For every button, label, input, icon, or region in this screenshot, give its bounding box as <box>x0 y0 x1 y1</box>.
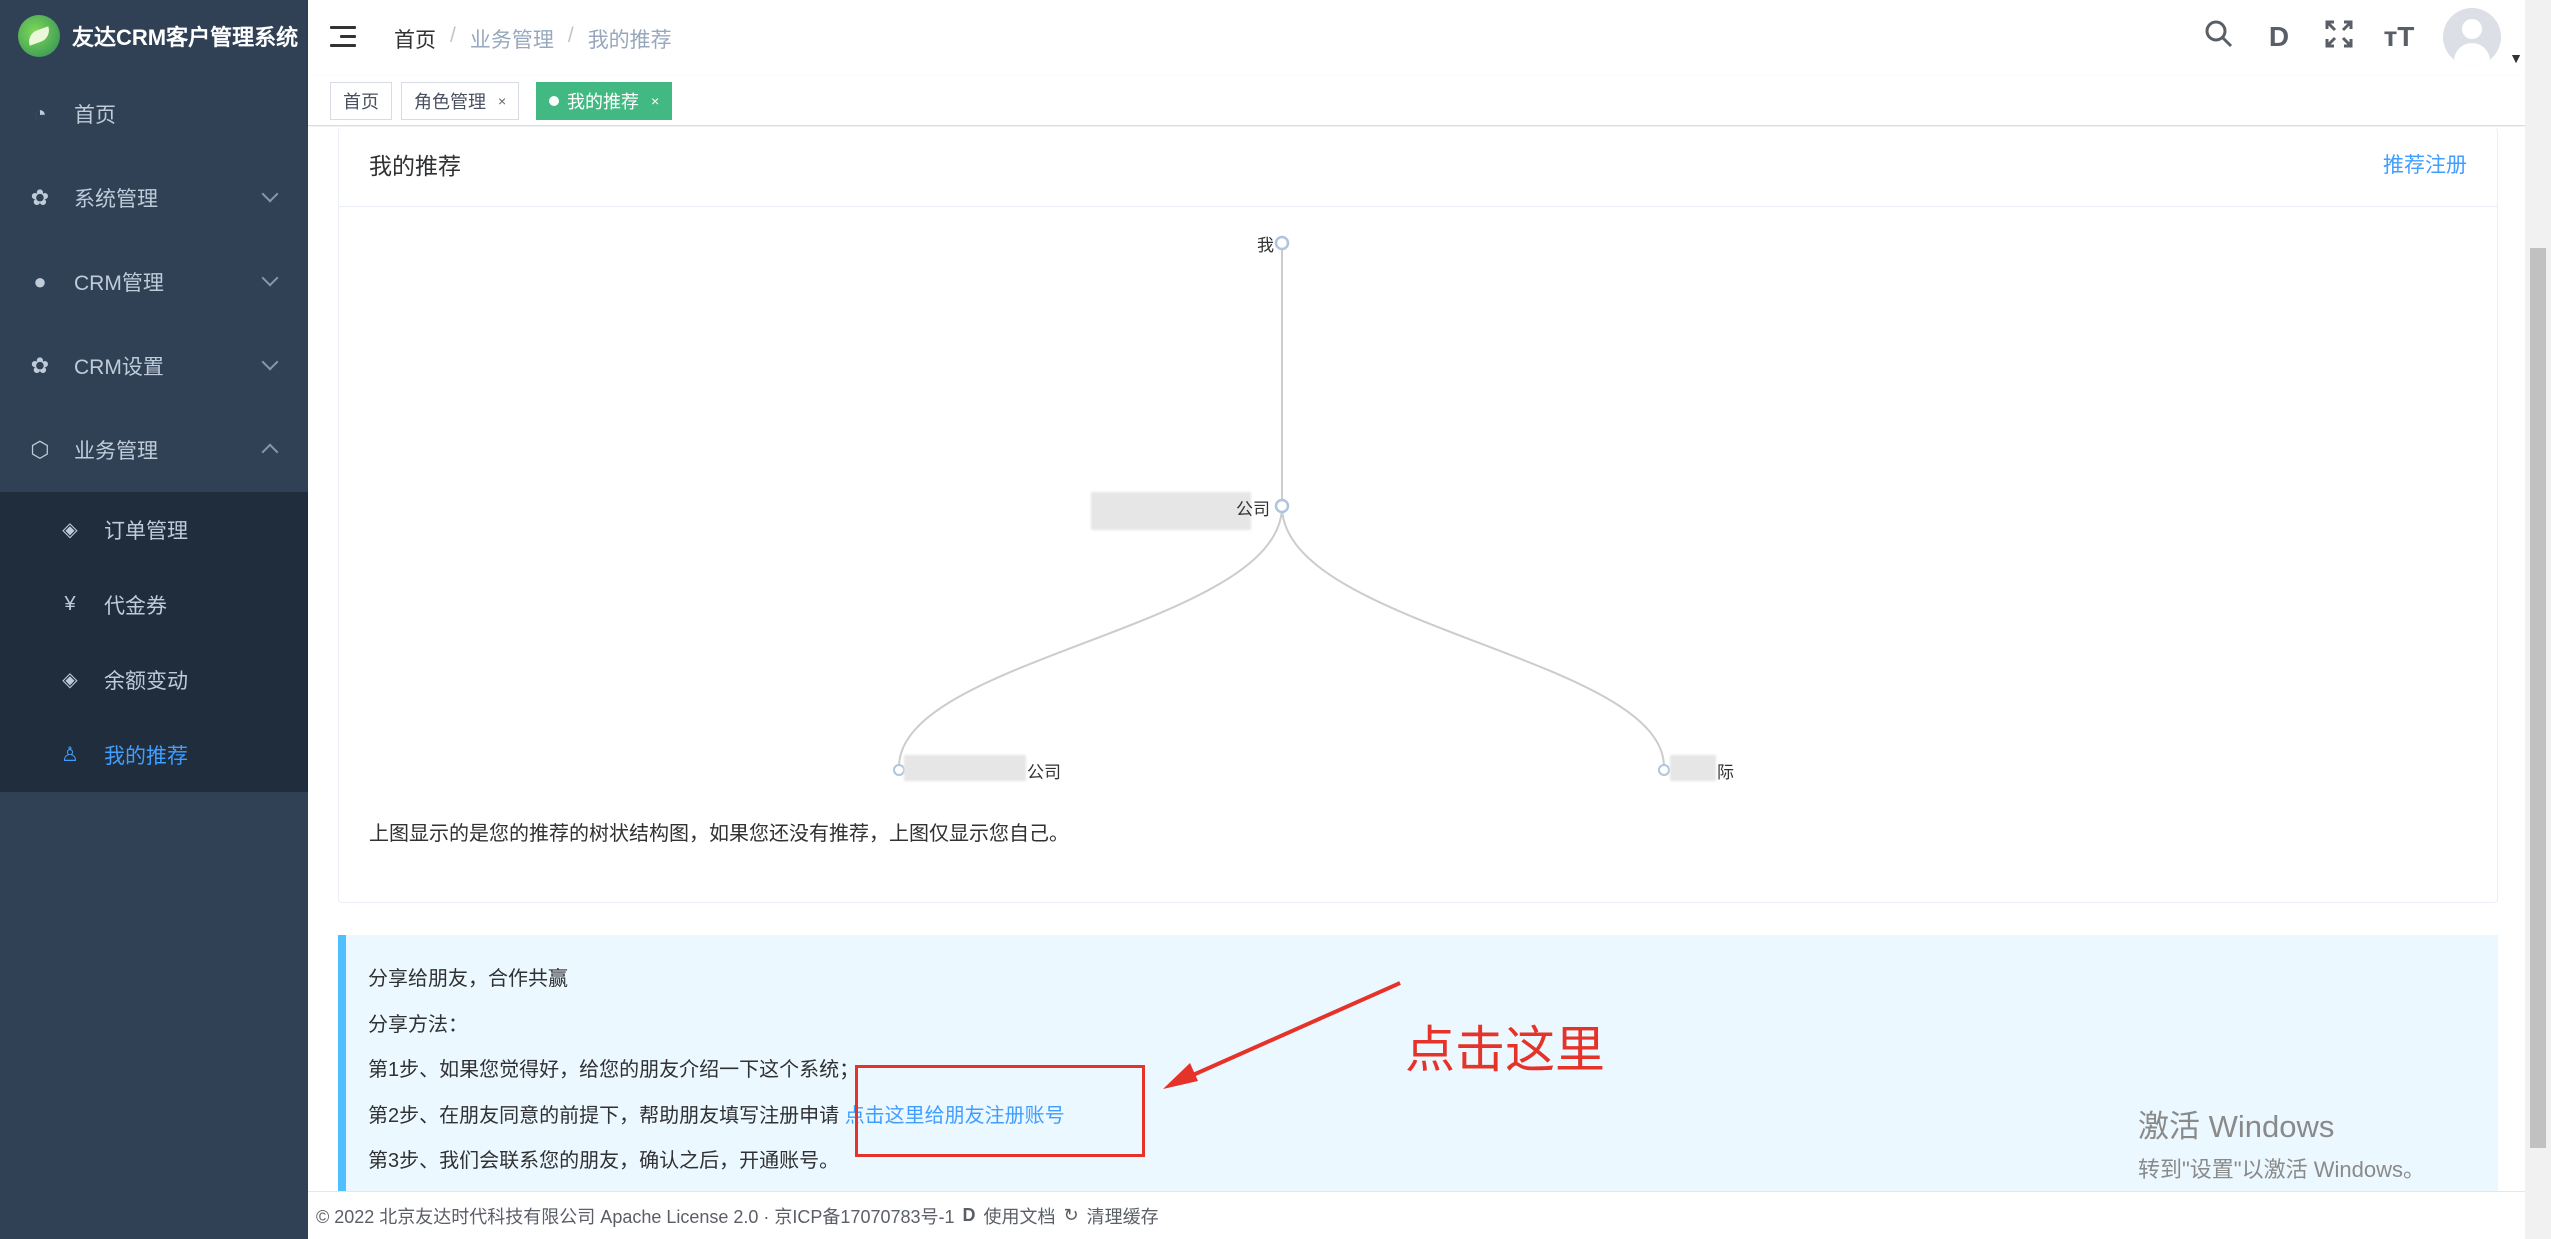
tree-description: 上图显示的是您的推荐的树状结构图，如果您还没有推荐，上图仅显示您自己。 <box>369 823 1069 845</box>
dashboard-icon: ◔ <box>33 101 47 126</box>
wechat-icon: ● <box>33 269 47 294</box>
tab-role-management[interactable]: 角色管理 × <box>401 82 520 120</box>
app-title: 友达CRM客户管理系统 <box>72 25 299 50</box>
sidebar-item-crm[interactable]: ● CRM管理 <box>0 240 308 324</box>
sidebar: 友达CRM客户管理系统 ◔ 首页 ✿ 系统管理 ● CRM管理 ✿ CRM设置 … <box>0 0 308 1239</box>
yen-icon: ¥ <box>64 593 76 615</box>
docs-icon: D <box>962 1205 976 1225</box>
breadcrumb: 首页 / 业务管理 / 我的推荐 <box>394 24 672 54</box>
copyright-text: © 2022 北京友达时代科技有限公司 Apache License 2.0 ·… <box>316 1206 955 1227</box>
tags-view: 首页 角色管理 × 我的推荐 × <box>308 76 2551 126</box>
tree-label-root: 我 <box>1257 236 1274 255</box>
docs-icon[interactable]: D <box>2263 21 2295 53</box>
redacted-name <box>1670 755 1716 781</box>
hamburger-icon[interactable] <box>330 24 358 50</box>
chevron-up-icon <box>261 443 279 461</box>
tree-label-leaf-right: 际 <box>1717 763 1734 782</box>
tab-label: 首页 <box>343 92 379 112</box>
gear-icon: ✿ <box>30 185 50 210</box>
tab-my-referrals[interactable]: 我的推荐 × <box>536 82 673 120</box>
sidebar-item-crm-settings[interactable]: ✿ CRM设置 <box>0 324 308 408</box>
caret-down-icon[interactable]: ▼ <box>2509 50 2523 66</box>
cube-icon: ⬡ <box>30 437 50 462</box>
sidebar-item-home[interactable]: ◔ 首页 <box>0 72 308 156</box>
sidebar-item-label: 我的推荐 <box>104 744 188 768</box>
redacted-name <box>1091 492 1251 530</box>
tree-node-root[interactable] <box>1274 235 1290 251</box>
logo[interactable]: 友达CRM客户管理系统 <box>0 0 308 72</box>
tree-node-child[interactable] <box>1274 498 1290 514</box>
refresh-icon: ↻ <box>1063 1205 1079 1225</box>
sidebar-item-label: CRM管理 <box>74 272 164 295</box>
annotation-text: 点击这里 <box>1405 1022 1605 1078</box>
tab-label: 我的推荐 <box>567 92 639 112</box>
breadcrumb-parent: 业务管理 <box>469 29 554 52</box>
tab-label: 角色管理 <box>414 92 486 112</box>
card-title: 我的推荐 <box>369 153 461 179</box>
footer: © 2022 北京友达时代科技有限公司 Apache License 2.0 ·… <box>308 1191 2525 1239</box>
referral-register-link[interactable]: 推荐注册 <box>2383 149 2467 179</box>
annotation-box <box>855 1065 1145 1157</box>
sidebar-item-label: CRM设置 <box>74 356 164 379</box>
sidebar-item-label: 系统管理 <box>74 188 158 211</box>
watermark-line1: 激活 Windows <box>2138 1109 2335 1144</box>
tree-label-child: 公司 <box>1236 500 1270 519</box>
sidebar-item-label: 首页 <box>74 104 116 127</box>
docs-link[interactable]: 使用文档 <box>984 1203 1056 1229</box>
navbar: 首页 / 业务管理 / 我的推荐 D тT ▼ <box>308 0 2551 76</box>
chevron-down-icon <box>261 185 279 203</box>
scrollbar[interactable] <box>2525 0 2551 1239</box>
sidebar-item-orders[interactable]: ◈ 订单管理 <box>0 492 308 567</box>
breadcrumb-separator: / <box>450 24 456 47</box>
referral-card: 我的推荐 推荐注册 我 公司 公司 际 上图显示的是您的推荐的树状结构图，如果您… <box>338 127 2498 903</box>
windows-watermark: 激活 Windows 转到"设置"以激活 Windows。 <box>2138 1101 2425 1184</box>
diamond-icon: ◈ <box>62 669 78 691</box>
sidebar-item-label: 余额变动 <box>104 669 188 693</box>
avatar[interactable] <box>2443 8 2501 66</box>
search-icon[interactable] <box>2203 19 2235 56</box>
referral-tree: 我 公司 公司 际 <box>339 207 2499 827</box>
breadcrumb-current: 我的推荐 <box>587 29 672 52</box>
sidebar-item-label: 代金券 <box>104 594 167 618</box>
scrollbar-thumb[interactable] <box>2530 248 2546 1148</box>
breadcrumb-home[interactable]: 首页 <box>394 24 436 54</box>
card-header: 我的推荐 推荐注册 <box>339 127 2497 207</box>
gear-icon: ✿ <box>30 353 50 378</box>
sidebar-item-vouchers[interactable]: ¥ 代金券 <box>0 567 308 642</box>
watermark-line2: 转到"设置"以激活 Windows。 <box>2138 1157 2425 1182</box>
close-icon[interactable]: × <box>651 93 659 109</box>
sidebar-item-label: 订单管理 <box>104 519 188 543</box>
redacted-name <box>904 755 1026 781</box>
diamond-icon: ◈ <box>62 519 78 541</box>
tree-node-leaf-left[interactable] <box>893 764 905 776</box>
font-size-icon[interactable]: тT <box>2383 21 2415 53</box>
sidebar-item-system[interactable]: ✿ 系统管理 <box>0 156 308 240</box>
sidebar-item-label: 业务管理 <box>74 440 158 463</box>
tree-node-leaf-right[interactable] <box>1658 764 1670 776</box>
tree-label-leaf-left: 公司 <box>1027 763 1061 782</box>
breadcrumb-separator: / <box>567 24 574 47</box>
tip-step2-text: 第2步、在朋友同意的前提下，帮助朋友填写注册申请 <box>368 1104 840 1127</box>
tab-home[interactable]: 首页 <box>330 82 392 120</box>
tree-svg <box>893 235 1670 776</box>
user-icon: ♙ <box>61 744 79 766</box>
sidebar-item-my-referrals[interactable]: ♙ 我的推荐 <box>0 717 308 792</box>
sidebar-item-balance[interactable]: ◈ 余额变动 <box>0 642 308 717</box>
chevron-down-icon <box>261 353 279 371</box>
logo-icon <box>18 15 60 57</box>
submenu-business: ◈ 订单管理 ¥ 代金券 ◈ 余额变动 ♙ 我的推荐 <box>0 492 308 792</box>
tip-line: 分享给朋友，合作共赢 <box>368 968 568 990</box>
chevron-down-icon <box>261 269 279 287</box>
active-dot-icon <box>549 96 559 106</box>
close-icon[interactable]: × <box>498 93 506 109</box>
clear-cache-link[interactable]: 清理缓存 <box>1087 1203 1159 1229</box>
sidebar-item-business[interactable]: ⬡ 业务管理 <box>0 408 308 492</box>
right-tools: D тT <box>2203 8 2501 66</box>
fullscreen-icon[interactable] <box>2323 20 2355 55</box>
